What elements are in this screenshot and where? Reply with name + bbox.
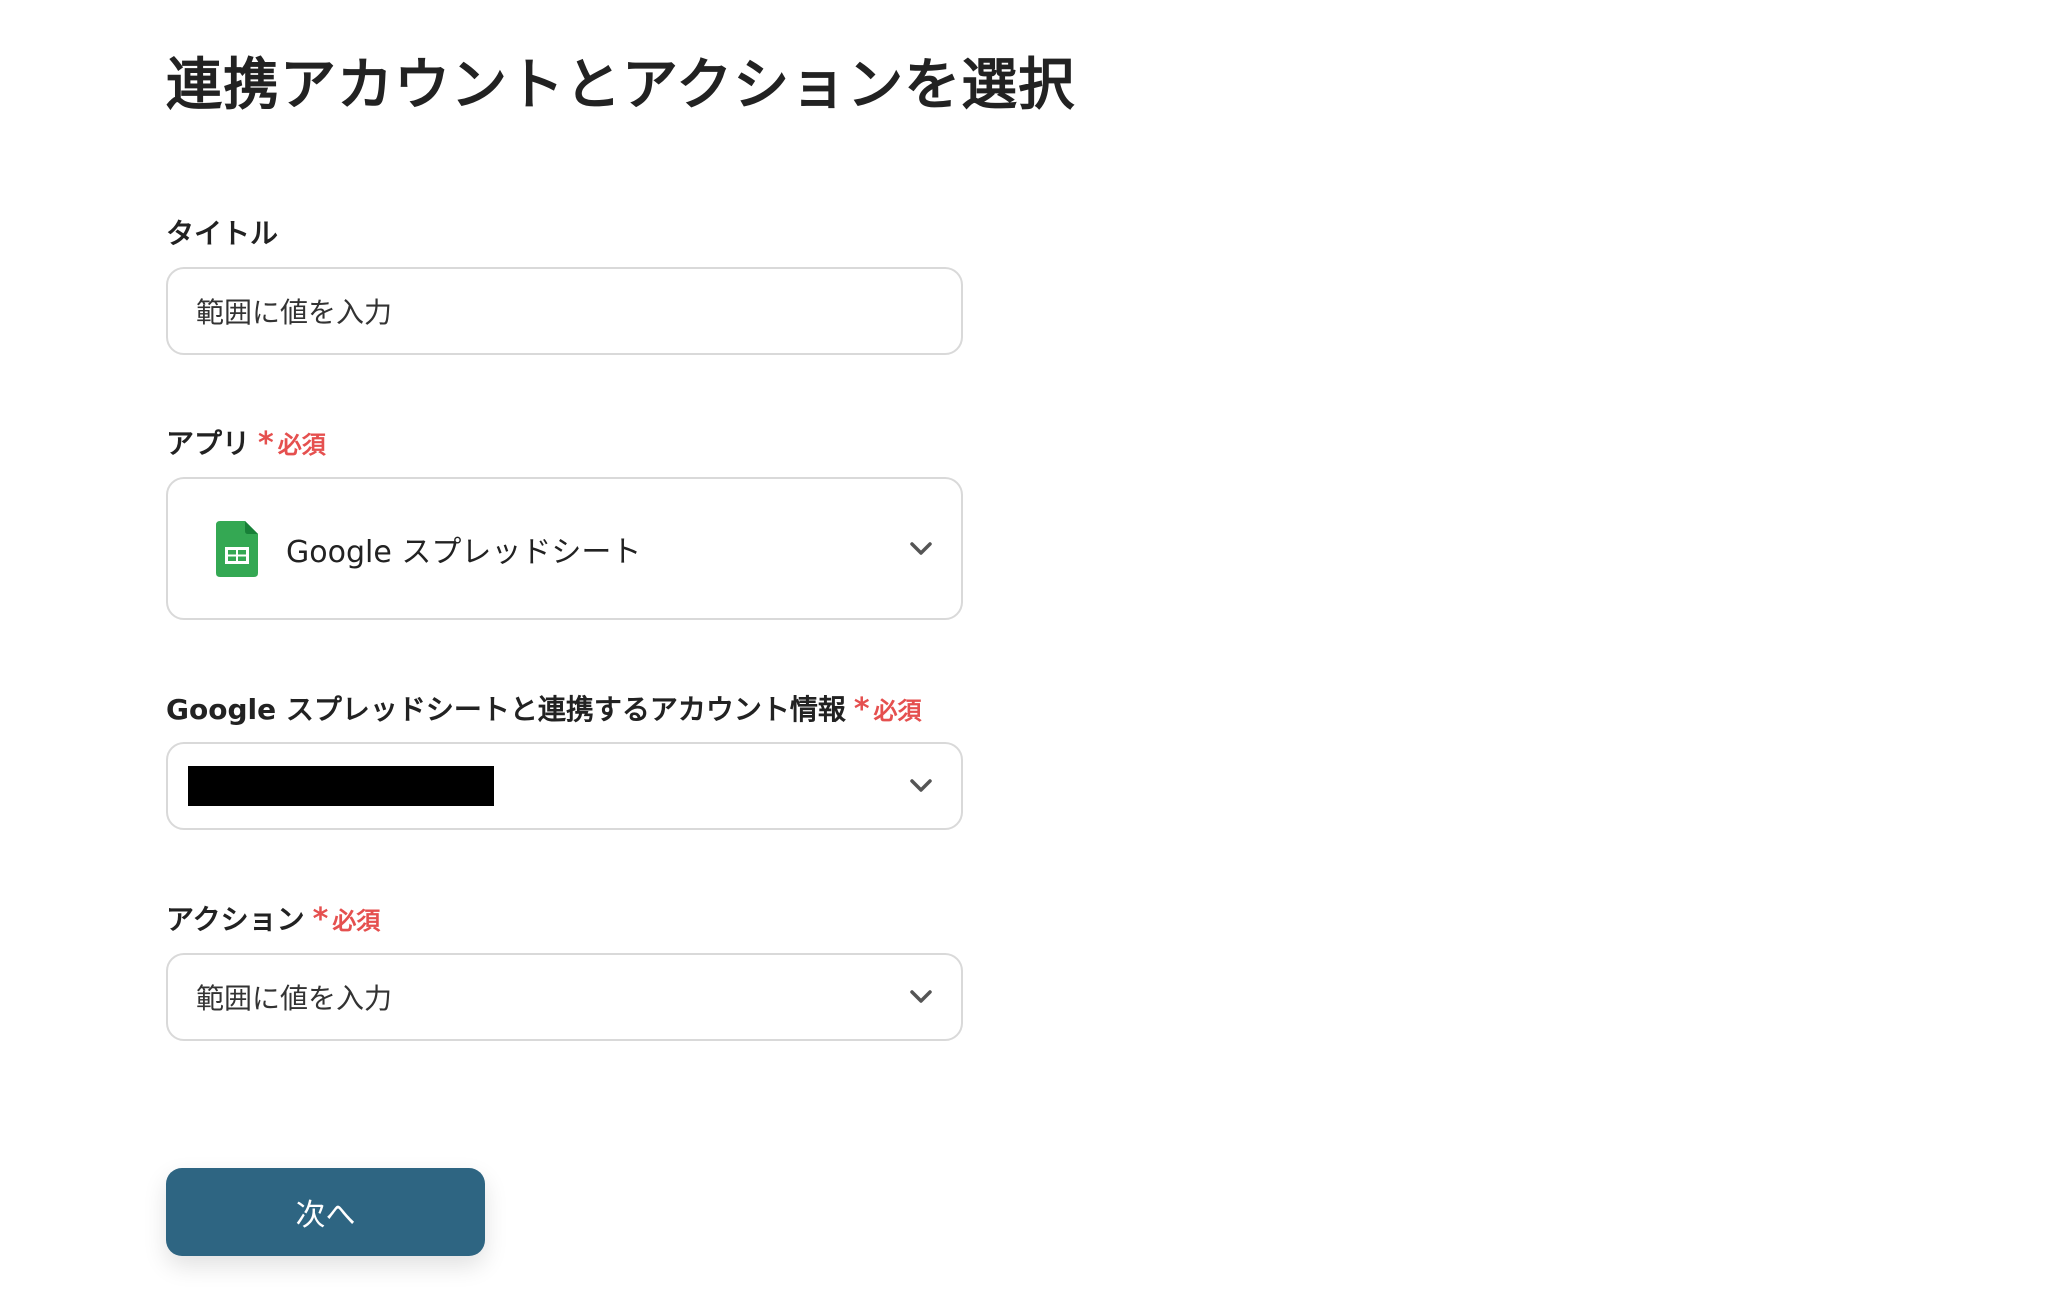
chevron-down-icon [910, 541, 932, 555]
required-asterisk: * [312, 902, 329, 937]
title-field-label-text: タイトル [166, 217, 279, 250]
page-title: 連携アカウントとアクションを選択 [166, 52, 1076, 118]
action-field-label-text: アクション [166, 903, 305, 936]
required-badge: * 必須 [258, 424, 326, 465]
account-field-label-text: Google スプレッドシートと連携するアカウント情報 [166, 693, 846, 726]
required-text: 必須 [277, 431, 326, 459]
action-select[interactable]: 範囲に値を入力 [166, 953, 963, 1041]
account-field-label: Google スプレッドシートと連携するアカウント情報 * 必須 [166, 690, 922, 731]
app-select-value: Google スプレッドシート [286, 534, 642, 570]
action-field-label: アクション * 必須 [166, 900, 380, 941]
required-asterisk: * [258, 426, 274, 461]
title-input-value: 範囲に値を入力 [196, 296, 393, 329]
required-asterisk: * [853, 692, 870, 727]
redacted-account-value [188, 766, 494, 806]
title-field-label: タイトル [166, 214, 278, 254]
app-field-label: アプリ * 必須 [166, 424, 326, 465]
action-select-value: 範囲に値を入力 [196, 982, 393, 1015]
title-input[interactable]: 範囲に値を入力 [166, 267, 963, 355]
required-badge: * 必須 [313, 900, 381, 941]
app-field-label-text: アプリ [166, 427, 251, 460]
required-badge: * 必須 [854, 690, 922, 731]
next-button[interactable]: 次へ [166, 1168, 485, 1256]
google-sheets-icon [216, 520, 258, 577]
chevron-down-icon [910, 779, 932, 792]
app-select[interactable]: Google スプレッドシート [166, 477, 963, 620]
required-text: 必須 [873, 697, 922, 725]
chevron-down-icon [910, 990, 932, 1003]
required-text: 必須 [332, 907, 381, 935]
account-select[interactable] [166, 742, 963, 830]
